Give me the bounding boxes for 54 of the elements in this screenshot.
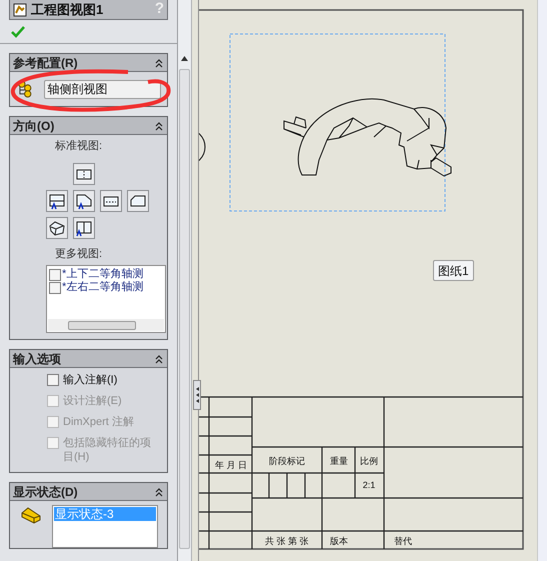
title-block-text: 阶段标记 [269, 456, 305, 466]
section-header[interactable]: 方向(O) [10, 117, 167, 135]
title-block-text: 2:1 [362, 480, 376, 490]
scroll-thumb[interactable] [179, 69, 190, 549]
view-icon [47, 192, 67, 210]
vertical-scrollbar[interactable] [178, 0, 192, 561]
view-option-label[interactable]: *左右二等角轴测 [62, 282, 144, 293]
section-header[interactable]: 参考配置(R) [10, 54, 167, 72]
title-block-text: 重量 [330, 456, 348, 466]
option-label[interactable]: 输入注解(I) [63, 373, 161, 387]
collapse-icon[interactable] [154, 58, 164, 68]
section-title: 输入选项 [13, 352, 61, 364]
scroll-up-icon[interactable] [181, 56, 188, 61]
collapse-icon[interactable] [154, 486, 164, 496]
collapse-icon[interactable] [154, 354, 164, 364]
display-state-icon [20, 505, 42, 525]
view-orientation-button[interactable] [127, 190, 149, 212]
sheet-tab[interactable]: 图纸1 [433, 260, 474, 281]
panel-title: 工程图视图1 [31, 0, 104, 19]
title-block-text: 比例 [360, 456, 378, 466]
standard-views-label: 标准视图: [55, 139, 104, 153]
checkbox[interactable] [49, 282, 61, 294]
drawing-view-icon [13, 2, 27, 16]
title-block-text: 版本 [330, 536, 348, 546]
title-block-text: 替代 [394, 536, 412, 546]
section-title: 显示状态(D) [13, 486, 78, 498]
more-views-list[interactable]: *上下二等角轴测 *左右二等角轴测 [46, 265, 166, 333]
title-block-text: 共 张 第 张 [265, 536, 309, 546]
view-orientation-button[interactable] [46, 217, 68, 239]
view-orientation-button[interactable] [73, 163, 95, 185]
more-views-label: 更多视图: [55, 247, 104, 261]
view-orientation-button[interactable] [73, 217, 95, 239]
configuration-icon [16, 79, 34, 99]
collapse-icon[interactable] [154, 120, 164, 130]
view-option-label[interactable]: *上下二等角轴测 [62, 269, 144, 280]
section-title: 方向(O) [13, 120, 54, 132]
view-icon [74, 192, 94, 210]
view-icon [47, 219, 67, 237]
checkbox[interactable] [49, 268, 61, 280]
horizontal-scrollbar[interactable] [48, 319, 164, 331]
ok-check-icon[interactable] [11, 26, 25, 38]
title-block-text: 年 月 日 [215, 460, 247, 470]
section-header[interactable]: 显示状态(D) [10, 483, 167, 501]
view-boundary[interactable] [230, 34, 446, 212]
checkbox[interactable] [47, 374, 59, 386]
view-orientation-button[interactable] [46, 190, 68, 212]
view-icon [74, 219, 94, 237]
collapse-handle[interactable] [193, 380, 201, 410]
configuration-dropdown[interactable]: 轴侧剖视图 [44, 80, 161, 98]
view-orientation-button[interactable] [100, 190, 122, 212]
section-header[interactable]: 输入选项 [10, 350, 167, 368]
section-title: 参考配置(R) [13, 56, 78, 68]
collapse-arrows-icon [194, 385, 200, 405]
view-orientation-button[interactable] [73, 190, 95, 212]
